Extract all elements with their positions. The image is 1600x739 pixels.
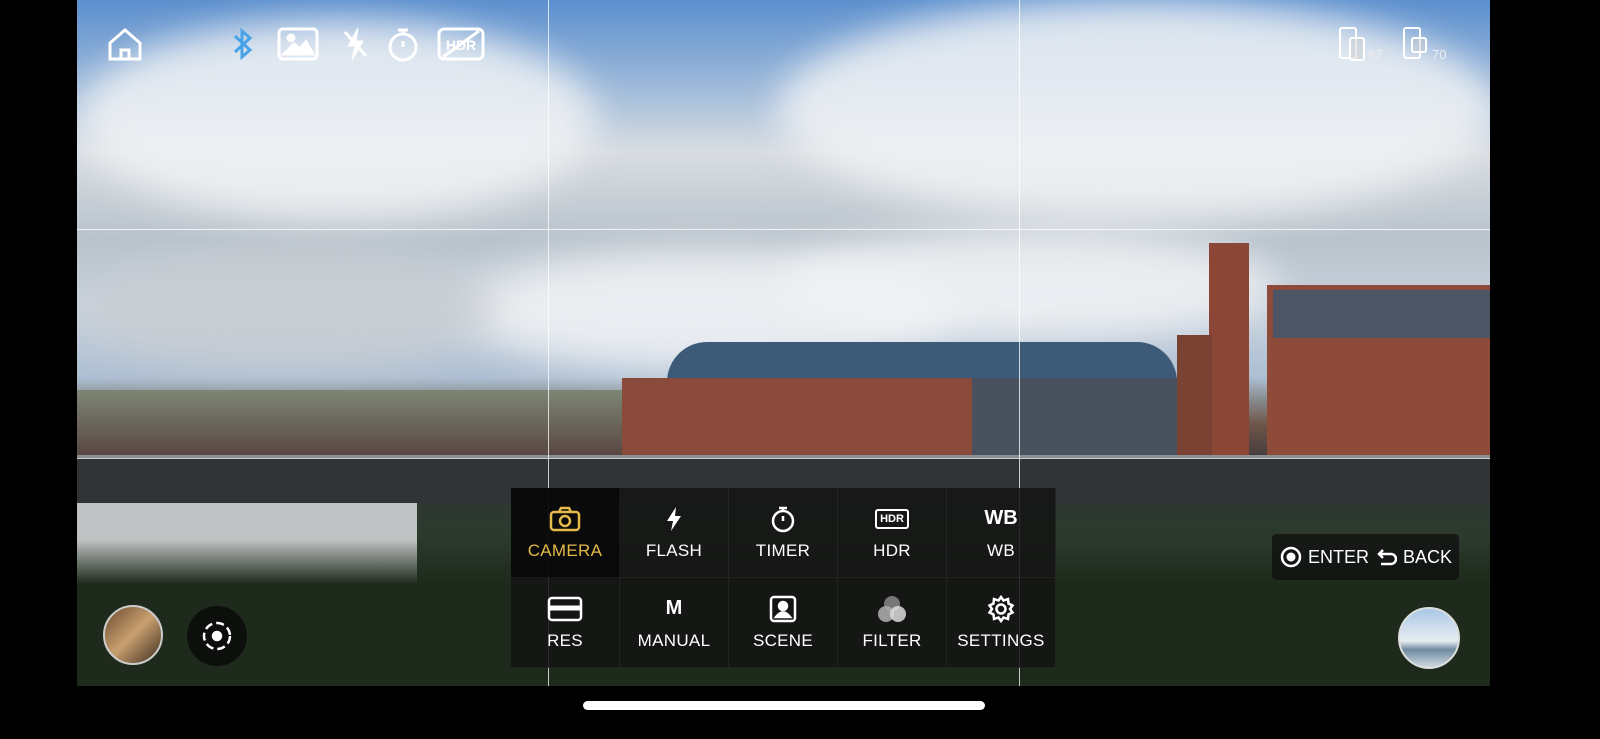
menu-item-label: SETTINGS bbox=[957, 630, 1045, 650]
menu-item-label: TIMER bbox=[755, 540, 811, 560]
back-button[interactable]: BACK bbox=[1377, 547, 1452, 568]
menu-item-hdr[interactable]: HDR HDR bbox=[838, 488, 947, 578]
camera-battery-indicator: 67 bbox=[1338, 26, 1382, 62]
timer-icon bbox=[770, 505, 796, 533]
focus-target-icon bbox=[202, 621, 232, 651]
menu-item-wb[interactable]: WB WB bbox=[947, 488, 1056, 578]
last-photo-thumbnail[interactable] bbox=[103, 605, 163, 665]
hdr-off-icon[interactable]: HDR bbox=[437, 26, 485, 62]
settings-icon bbox=[986, 594, 1016, 623]
home-indicator[interactable] bbox=[583, 701, 985, 710]
menu-item-filter[interactable]: FILTER bbox=[838, 578, 947, 668]
menu-item-settings[interactable]: SETTINGS bbox=[947, 578, 1056, 668]
menu-item-label: FLASH bbox=[645, 540, 703, 560]
menu-item-res[interactable]: RES bbox=[511, 578, 620, 668]
menu-item-label: HDR bbox=[873, 540, 911, 560]
mode-menu: CAMERA FLASH TIMER HDR HDR WB WB RES M MANUAL SCEN… bbox=[511, 488, 1056, 668]
home-icon[interactable] bbox=[106, 26, 144, 62]
grid-line bbox=[77, 229, 1490, 230]
menu-item-manual[interactable]: M MANUAL bbox=[620, 578, 729, 668]
record-dot-icon bbox=[1280, 546, 1302, 568]
device-battery-icon bbox=[1403, 27, 1427, 59]
resolution-icon bbox=[547, 595, 583, 623]
back-arrow-icon bbox=[1377, 549, 1398, 566]
scene-icon bbox=[769, 595, 797, 623]
menu-item-label: WB bbox=[987, 540, 1015, 560]
phone-battery-indicator: 70 bbox=[1402, 26, 1446, 62]
menu-item-label: SCENE bbox=[752, 630, 814, 650]
enter-button[interactable]: ENTER bbox=[1280, 546, 1369, 568]
enter-back-controls: ENTER BACK bbox=[1272, 534, 1459, 580]
menu-item-label: FILTER bbox=[862, 630, 922, 650]
bluetooth-icon[interactable] bbox=[224, 26, 262, 62]
device-battery-icon bbox=[1339, 27, 1365, 61]
menu-item-label: CAMERA bbox=[527, 540, 603, 560]
menu-item-timer[interactable]: TIMER bbox=[729, 488, 838, 578]
filter-icon bbox=[876, 595, 908, 623]
hdr-icon: HDR bbox=[875, 505, 909, 533]
menu-item-flash[interactable]: FLASH bbox=[620, 488, 729, 578]
gallery-icon[interactable] bbox=[277, 26, 319, 62]
manual-icon: M bbox=[665, 597, 683, 619]
menu-item-label: RES bbox=[547, 630, 583, 650]
menu-item-scene[interactable]: SCENE bbox=[729, 578, 838, 668]
flash-off-icon[interactable] bbox=[336, 26, 374, 62]
wb-icon: WB bbox=[984, 507, 1018, 529]
switch-camera-button[interactable] bbox=[187, 606, 247, 666]
menu-item-camera[interactable]: CAMERA bbox=[511, 488, 620, 578]
menu-item-label: MANUAL bbox=[637, 630, 711, 650]
flash-icon bbox=[665, 505, 683, 533]
camera-icon bbox=[549, 505, 581, 533]
grid-line bbox=[77, 458, 1490, 459]
timer-icon[interactable] bbox=[384, 26, 422, 62]
preview-thumbnail[interactable] bbox=[1398, 607, 1460, 669]
